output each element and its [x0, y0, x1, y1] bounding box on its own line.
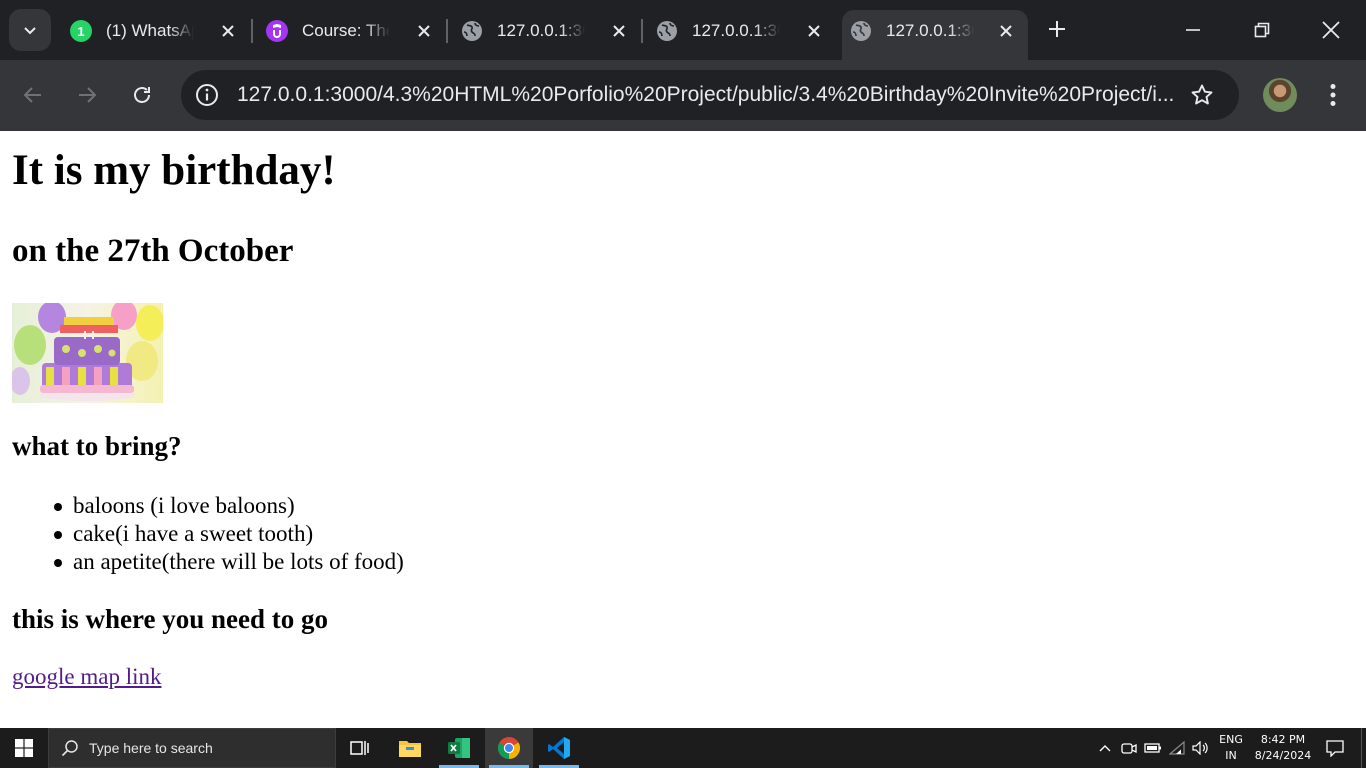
- vscode-button[interactable]: [535, 728, 583, 768]
- vscode-icon: [548, 737, 570, 759]
- site-info-icon[interactable]: [193, 81, 221, 109]
- tab-localhost-1[interactable]: 127.0.0.1:3000: [453, 10, 641, 52]
- close-tab-icon[interactable]: [804, 21, 824, 41]
- tab-strip: 1 (1) WhatsApp Course: The Complete 127.…: [0, 0, 1366, 60]
- tab-separator: [251, 19, 253, 43]
- battery-indicator[interactable]: [1142, 728, 1164, 768]
- close-tab-icon[interactable]: [996, 21, 1016, 41]
- restore-button[interactable]: [1242, 10, 1282, 50]
- language-code: ENG: [1219, 733, 1243, 746]
- clock-date: 8/24/2024: [1254, 749, 1312, 762]
- list-item: cake(i have a sweet tooth): [54, 520, 404, 548]
- speaker-icon: [1192, 741, 1208, 755]
- notification-icon: [1326, 740, 1344, 757]
- page-heading: It is my birthday!: [12, 147, 336, 194]
- camera-icon: [1121, 743, 1137, 754]
- file-explorer-icon: [399, 741, 421, 757]
- url-text[interactable]: 127.0.0.1:3000/4.3%20HTML%20Porfolio%20P…: [237, 83, 1177, 107]
- whatsapp-badge: 1: [77, 23, 85, 39]
- windows-taskbar: Type here to search ENG IN 8:42 PM 8/24/…: [0, 728, 1366, 768]
- close-tab-icon[interactable]: [218, 21, 238, 41]
- arrow-left-icon: [23, 87, 41, 103]
- battery-icon: [1144, 743, 1161, 753]
- tab-localhost-active[interactable]: 127.0.0.1:3000: [842, 10, 1028, 60]
- google-map-link[interactable]: google map link: [12, 663, 161, 691]
- tab-localhost-2[interactable]: 127.0.0.1:3000: [648, 10, 836, 52]
- tab-title: 127.0.0.1:3000: [497, 21, 585, 40]
- back-button[interactable]: [15, 77, 51, 113]
- close-tab-icon[interactable]: [609, 21, 629, 41]
- bring-heading: what to bring?: [12, 431, 182, 461]
- more-vertical-icon: [1330, 84, 1336, 106]
- chrome-button[interactable]: [485, 728, 533, 768]
- reload-icon: [134, 87, 150, 103]
- excel-icon: [448, 738, 470, 758]
- windows-logo-icon: [15, 739, 33, 757]
- bookmark-star-icon[interactable]: [1187, 80, 1217, 110]
- excel-button[interactable]: [435, 728, 483, 768]
- bring-list: baloons (i love baloons) cake(i have a s…: [54, 492, 404, 576]
- address-bar[interactable]: 127.0.0.1:3000/4.3%20HTML%20Porfolio%20P…: [181, 70, 1239, 120]
- tab-title: (1) WhatsApp: [106, 21, 194, 40]
- chevron-down-icon: [24, 27, 36, 35]
- wifi-icon: [1169, 741, 1185, 755]
- task-view-button[interactable]: [336, 728, 384, 768]
- forward-button[interactable]: [69, 77, 105, 113]
- udemy-icon: [266, 20, 288, 42]
- tab-udemy-course[interactable]: Course: The Complete: [258, 10, 446, 52]
- page-subheading: on the 27th October: [12, 233, 294, 269]
- profile-avatar[interactable]: [1263, 78, 1297, 112]
- tab-whatsapp[interactable]: 1 (1) WhatsApp: [62, 10, 250, 52]
- chrome-icon: [498, 737, 520, 759]
- browser-menu-button[interactable]: [1318, 78, 1348, 112]
- show-hidden-icons-button[interactable]: [1096, 728, 1114, 768]
- tab-search-button[interactable]: [9, 9, 51, 51]
- tab-title: Course: The Complete: [302, 21, 390, 40]
- search-placeholder: Type here to search: [89, 740, 213, 756]
- file-explorer-button[interactable]: [386, 728, 434, 768]
- meet-now-button[interactable]: [1119, 728, 1139, 768]
- notifications-button[interactable]: [1318, 728, 1352, 768]
- birthday-cake-image: [12, 303, 163, 403]
- minimize-button[interactable]: [1173, 10, 1213, 50]
- new-tab-button[interactable]: [1042, 14, 1072, 44]
- start-button[interactable]: [0, 728, 48, 768]
- tab-title: 127.0.0.1:3000: [886, 21, 974, 40]
- network-indicator[interactable]: [1167, 728, 1189, 768]
- list-item: an apetite(there will be lots of food): [54, 549, 404, 574]
- browser-toolbar: 127.0.0.1:3000/4.3%20HTML%20Porfolio%20P…: [0, 60, 1366, 131]
- list-item: baloons (i love baloons): [54, 492, 404, 520]
- clock-time: 8:42 PM: [1260, 733, 1306, 746]
- chevron-up-icon: [1099, 745, 1111, 752]
- tab-separator: [446, 19, 448, 43]
- arrow-right-icon: [79, 87, 97, 103]
- restore-icon: [1254, 22, 1270, 38]
- globe-icon: [850, 20, 872, 42]
- task-view-icon: [350, 741, 369, 755]
- plus-icon: [1049, 21, 1065, 37]
- close-icon: [1322, 21, 1340, 39]
- close-window-button[interactable]: [1311, 10, 1351, 50]
- tab-separator: [641, 19, 643, 43]
- input-language-indicator[interactable]: ENG IN: [1212, 732, 1250, 764]
- tab-title: 127.0.0.1:3000: [692, 21, 780, 40]
- whatsapp-icon: 1: [70, 20, 92, 42]
- close-tab-icon[interactable]: [414, 21, 434, 41]
- globe-icon: [656, 20, 678, 42]
- language-region: IN: [1225, 749, 1237, 762]
- search-icon: [61, 739, 79, 757]
- page-content: It is my birthday! on the 27th October w…: [0, 131, 1366, 728]
- directions-heading: this is where you need to go: [12, 604, 329, 634]
- globe-icon: [461, 20, 483, 42]
- volume-button[interactable]: [1190, 728, 1212, 768]
- minimize-icon: [1186, 29, 1200, 31]
- reload-button[interactable]: [124, 77, 160, 113]
- show-desktop-button[interactable]: [1361, 728, 1366, 768]
- taskbar-search-box[interactable]: Type here to search: [48, 728, 336, 768]
- clock[interactable]: 8:42 PM 8/24/2024: [1252, 732, 1314, 764]
